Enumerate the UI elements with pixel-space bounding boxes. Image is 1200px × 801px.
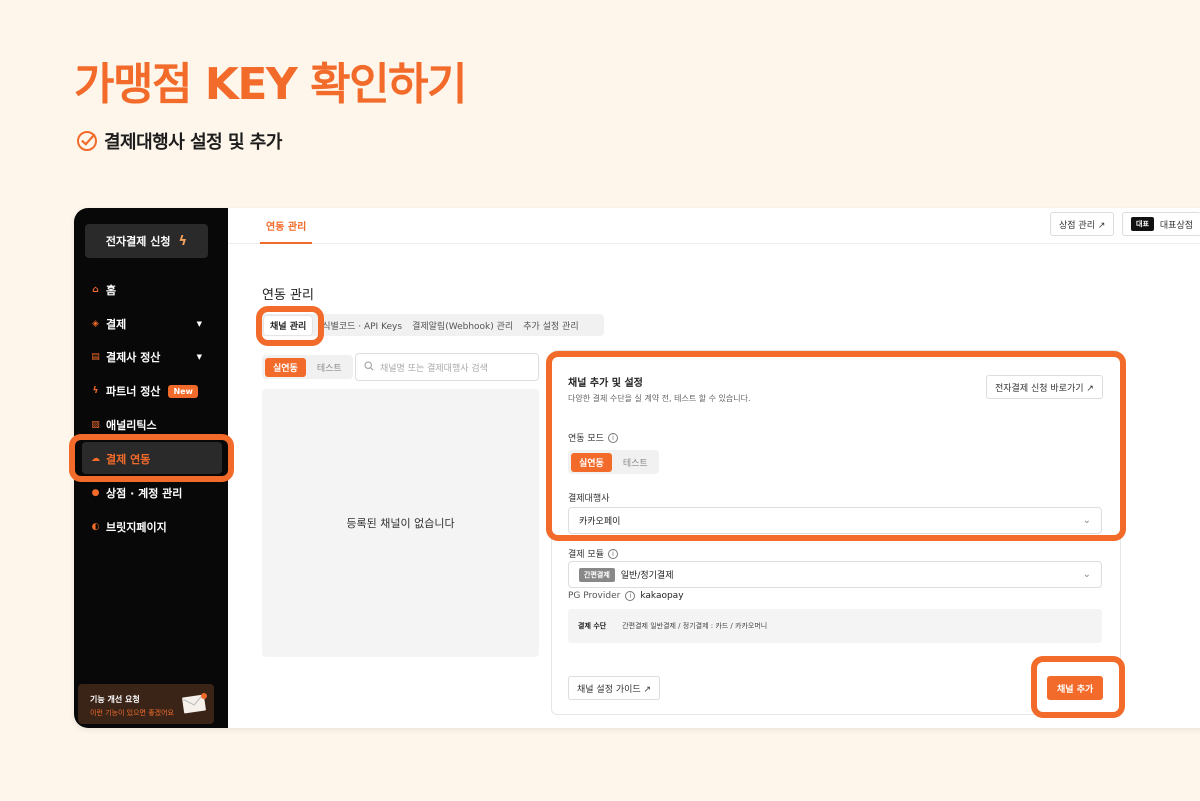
- pg-label: 결제대행사: [568, 491, 609, 504]
- layers-icon: ◈: [92, 319, 99, 329]
- sidebar-item-label: 결제 연동: [106, 453, 151, 466]
- home-icon: ⌂: [92, 285, 99, 295]
- empty-message: 등록된 채널이 없습니다: [346, 517, 455, 530]
- module-label-text: 결제 모듈: [568, 550, 604, 560]
- module-label: 결제 모듈 i: [568, 547, 618, 560]
- mode-label: 연동 모드 i: [568, 431, 618, 444]
- sidebar-item-label: 애널리틱스: [106, 419, 157, 432]
- apply-link-button[interactable]: 전자결제 신청 바로가기 ↗: [986, 375, 1103, 399]
- channel-form-panel: 채널 추가 및 설정 다양한 결제 수단을 실 계약 전, 테스트 할 수 있습…: [551, 350, 1121, 715]
- user-icon: ●: [91, 488, 100, 498]
- sidebar-item-label: 결제사 정산: [106, 351, 161, 364]
- sidebar-item-label: 브릿지페이지: [106, 521, 167, 534]
- pg-provider-value: kakaopay: [640, 591, 684, 601]
- toggle-icon: ◐: [91, 522, 100, 532]
- apply-payment-button[interactable]: 전자결제 신청 ϟ: [85, 224, 208, 258]
- mode-label-text: 연동 모드: [568, 434, 604, 444]
- tab-integration-manage[interactable]: 연동 관리: [266, 218, 306, 233]
- link-icon: ☁: [91, 454, 100, 464]
- add-channel-button[interactable]: 채널 추가: [1047, 676, 1104, 700]
- feedback-title: 기능 개선 요청: [90, 695, 140, 704]
- pg-provider-label: PG Provider: [568, 591, 621, 601]
- sidebar-item-settlement[interactable]: ▤ 결제사 정산 ▼: [90, 349, 202, 365]
- form-mode-toggle: 실연동 테스트: [568, 450, 659, 474]
- sub-tabs: 채널 관리 식별코드 · API Keys 결제알림(Webhook) 관리 추…: [260, 314, 604, 336]
- tab-api-keys[interactable]: 식별코드 · API Keys: [322, 319, 402, 332]
- store-manage-button[interactable]: 상점 관리 ↗: [1050, 212, 1115, 236]
- sidebar-item-analytics[interactable]: ▨ 애널리틱스: [90, 417, 202, 433]
- document-icon: ▤: [91, 352, 100, 362]
- sidebar-item-payment[interactable]: ◈ 결제 ▼: [90, 316, 202, 332]
- pg-label-text: 결제대행사: [568, 494, 610, 504]
- check-circle-icon: [76, 130, 98, 152]
- channel-guide-button[interactable]: 채널 설정 가이드 ↗: [568, 676, 661, 700]
- envelope-icon: [182, 692, 208, 714]
- top-bar: 연동 관리 상점 관리 ↗ 대표 대표상점: [228, 208, 1200, 244]
- section-title: 연동 관리: [262, 288, 314, 303]
- main-content: 연동 관리 채널 관리 식별코드 · API Keys 결제알림(Webhook…: [228, 244, 1200, 728]
- bolt-icon: ϟ: [92, 386, 99, 396]
- chart-icon: ▨: [91, 420, 100, 430]
- chevron-down-icon: ⌄: [1082, 569, 1091, 580]
- form-mode-test-option[interactable]: 테스트: [615, 453, 656, 472]
- module-select[interactable]: 간편결제 일반/정기결제 ⌄: [568, 561, 1102, 588]
- method-label: 결제 수단: [578, 622, 607, 630]
- caret-down-icon: ▼: [196, 320, 202, 328]
- payment-method-box: 결제 수단 간편결제 일반결제 / 정기결제 : 카드 / 카카오머니: [568, 609, 1102, 643]
- pg-select-value: 카카오페이: [579, 517, 621, 527]
- feedback-subtitle: 이런 기능이 있으면 좋겠어요: [90, 709, 174, 717]
- pg-provider-row: PG Provider i kakaopay: [568, 591, 684, 601]
- page-title: 가맹점 KEY 확인하기: [74, 59, 468, 110]
- module-select-value: 일반/정기결제: [620, 571, 674, 581]
- pg-select[interactable]: 카카오페이 ⌄: [568, 507, 1102, 534]
- form-description: 다양한 결제 수단을 실 계약 전, 테스트 할 수 있습니다.: [568, 394, 751, 403]
- tab-channel-manage[interactable]: 채널 관리: [264, 315, 313, 335]
- tab-extra-settings[interactable]: 추가 설정 관리: [523, 319, 578, 332]
- form-mode-live-option[interactable]: 실연동: [571, 452, 612, 472]
- info-icon[interactable]: i: [625, 591, 636, 601]
- channel-mode-toggle: 실연동 테스트: [262, 355, 353, 379]
- sidebar-item-label: 상점 · 계정 관리: [106, 487, 183, 500]
- channel-search-input[interactable]: 채널명 또는 결제대행사 검색: [355, 353, 539, 381]
- sidebar: 전자결제 신청 ϟ ⌂ 홈 ◈ 결제 ▼ ▤ 결제사 정산 ▼ ϟ 파트너 정산…: [74, 208, 228, 728]
- apply-payment-label: 전자결제 신청: [105, 235, 171, 248]
- info-icon[interactable]: i: [607, 432, 618, 443]
- bolt-icon: ϟ: [178, 233, 188, 249]
- tab-webhook[interactable]: 결제알림(Webhook) 관리: [412, 319, 513, 332]
- feedback-request-card[interactable]: 기능 개선 요청 이런 기능이 있으면 좋겠어요: [78, 684, 214, 724]
- sidebar-item-label: 파트너 정산: [106, 385, 161, 398]
- store-manage-label: 상점 관리 ↗: [1059, 220, 1106, 231]
- sidebar-item-integration[interactable]: ☁ 결제 연동: [90, 451, 202, 467]
- search-placeholder: 채널명 또는 결제대행사 검색: [380, 363, 488, 374]
- mode-live-option[interactable]: 실연동: [265, 357, 306, 377]
- rep-chip: 대표: [1131, 217, 1154, 231]
- sidebar-item-label: 결제: [106, 318, 127, 331]
- info-icon[interactable]: i: [607, 548, 618, 559]
- search-icon: [364, 360, 374, 374]
- page-subtitle: 결제대행사 설정 및 추가: [76, 128, 282, 154]
- sidebar-item-label: 홈: [106, 284, 117, 297]
- form-title: 채널 추가 및 설정: [568, 378, 643, 389]
- sidebar-item-bridge[interactable]: ◐ 브릿지페이지: [90, 519, 202, 535]
- subtitle-text: 결제대행사 설정 및 추가: [104, 132, 282, 153]
- chevron-down-icon: ⌄: [1082, 515, 1091, 526]
- module-chip: 간편결제: [579, 567, 615, 582]
- sidebar-item-home[interactable]: ⌂ 홈: [90, 282, 202, 298]
- sidebar-item-partner-settlement[interactable]: ϟ 파트너 정산 New: [90, 383, 202, 399]
- rep-store-selector[interactable]: 대표 대표상점: [1122, 212, 1200, 236]
- app-window: 전자결제 신청 ϟ ⌂ 홈 ◈ 결제 ▼ ▤ 결제사 정산 ▼ ϟ 파트너 정산…: [74, 208, 1200, 728]
- sidebar-item-account[interactable]: ● 상점 · 계정 관리: [90, 485, 202, 501]
- caret-down-icon: ▼: [196, 353, 202, 361]
- mode-test-option[interactable]: 테스트: [309, 358, 350, 377]
- method-value: 간편결제 일반결제 / 정기결제 : 카드 / 카카오머니: [622, 622, 768, 630]
- new-badge: New: [168, 384, 198, 398]
- channel-list-empty: 등록된 채널이 없습니다: [262, 389, 539, 657]
- rep-store-label: 대표상점: [1159, 220, 1194, 231]
